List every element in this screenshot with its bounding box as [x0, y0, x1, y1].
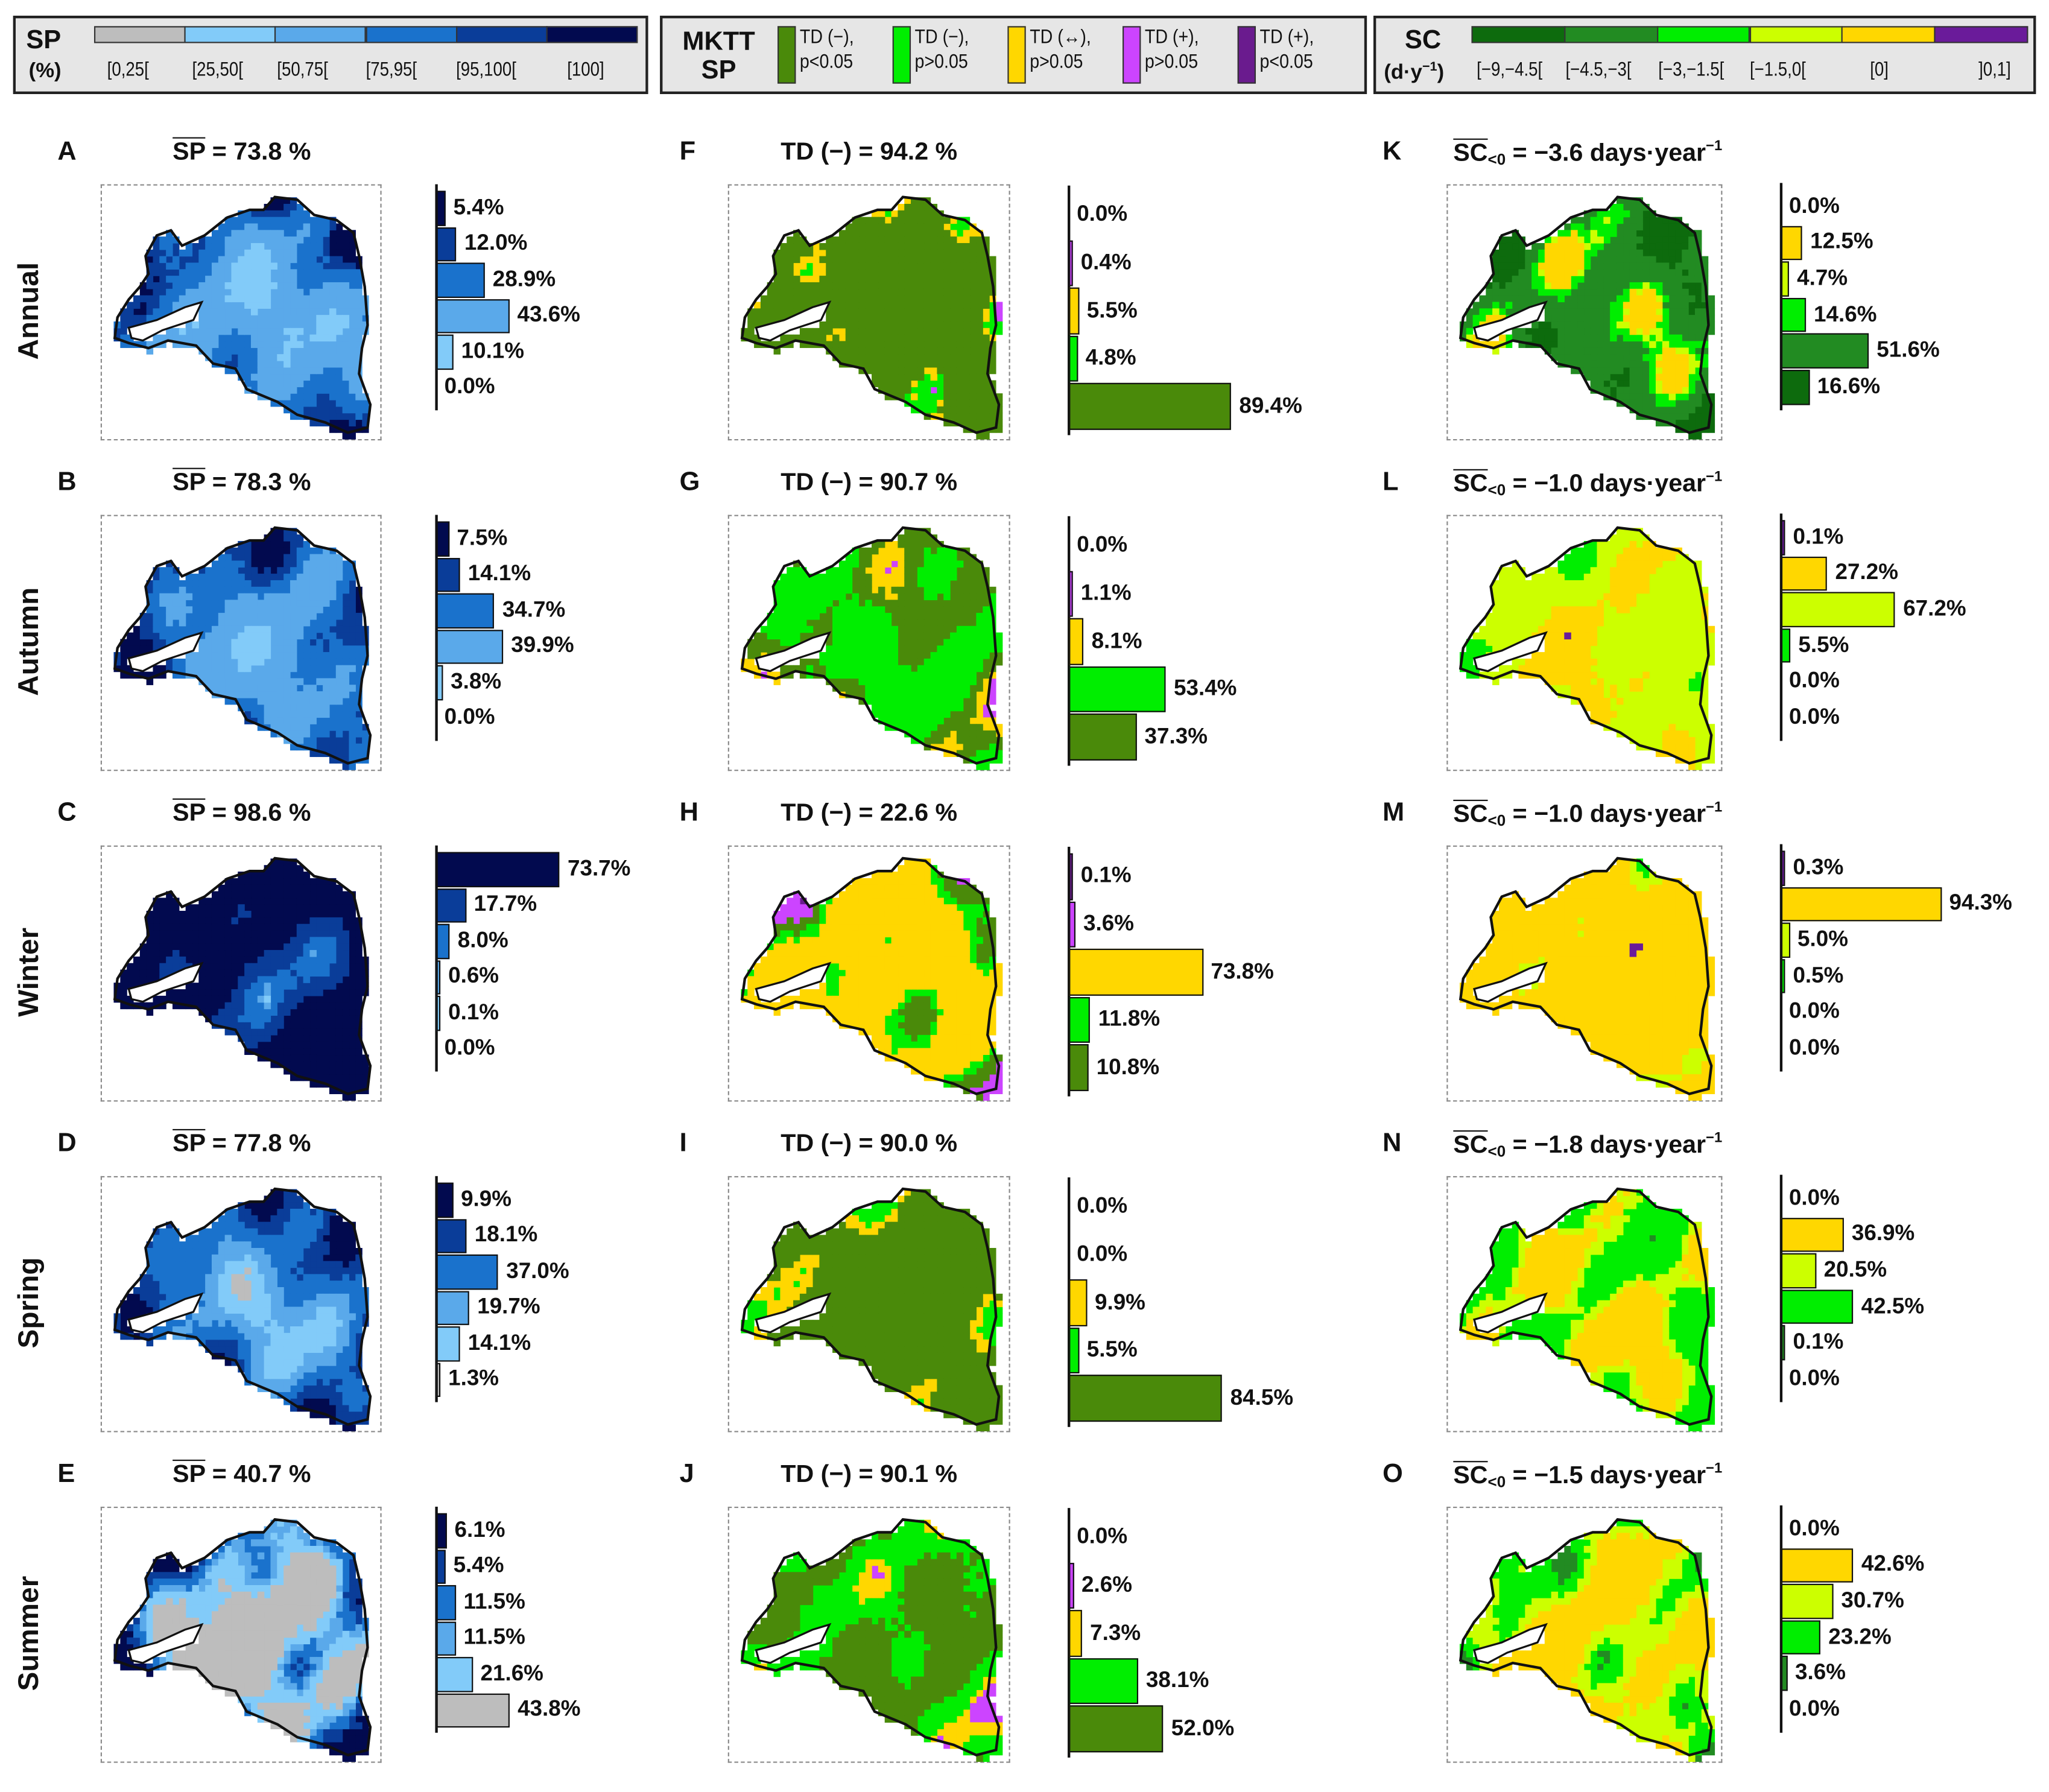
- legend-label: [0]: [1870, 59, 1889, 81]
- legend-swatch: [365, 26, 457, 43]
- legend-swatch: [455, 26, 548, 43]
- legend-label: TD (−), p<0.05: [800, 25, 854, 74]
- legend-swatch: [777, 26, 796, 84]
- legend-label: [75,95[: [365, 59, 417, 81]
- legend-mktt-title-line2: SP: [701, 56, 736, 85]
- legend-label: [25,50[: [192, 59, 244, 81]
- legend-sp: SP (%) [0,25[ [25,50[ [50,75[ [75,95[ [95,10…: [13, 15, 648, 94]
- legend-mktt-title-line1: MKTT: [682, 27, 755, 57]
- legend-label-line2: p>0.05: [1030, 51, 1083, 74]
- legend-swatch: [184, 26, 276, 43]
- legend-sc-unit: (d·y−1): [1384, 60, 1444, 86]
- legend-swatch: [1842, 26, 1936, 43]
- legend-swatch: [1934, 26, 2028, 43]
- legend-label: [95,100[: [455, 59, 516, 81]
- legend-label: [−1.5,0[: [1749, 59, 1805, 81]
- legend-label-line1: TD (+),: [1144, 26, 1199, 49]
- legend-label-line2: p<0.05: [1259, 51, 1313, 74]
- legend-swatch: [1749, 26, 1843, 43]
- legend-label: TD (+), p>0.05: [1145, 25, 1199, 74]
- legend-label: [−9,−4.5[: [1477, 59, 1543, 81]
- legend-label: TD (↔), p>0.05: [1030, 25, 1091, 74]
- legend-swatch: [93, 26, 186, 43]
- legend-sp-title: SP: [26, 26, 62, 55]
- legend-label: TD (+), p<0.05: [1260, 25, 1314, 74]
- figure: SP (%) [0,25[ [25,50[ [50,75[ [75,95[ [95,10…: [0, 0, 2049, 1791]
- legend-sp-unit: (%): [28, 60, 62, 83]
- legend-sc: SC (d·y−1) [−9,−4.5[ [−4.5,−3[ [−3,−1.5[ [−…: [1373, 15, 2036, 94]
- legend-swatch: [1471, 26, 1566, 43]
- legend-mktt-title: MKTT SP: [673, 27, 765, 84]
- legend-label: ]0,1]: [1978, 59, 2012, 81]
- legend-swatch: [1007, 26, 1026, 84]
- legend-label: [−3,−1.5[: [1658, 59, 1724, 81]
- legend-sc-unit-end: ): [1437, 62, 1445, 84]
- legend-label-line1: TD (−),: [799, 26, 854, 49]
- legend-swatch: [1656, 26, 1750, 43]
- legend-label-line2: p>0.05: [914, 51, 968, 74]
- legend-sc-unit-sup: −1: [1422, 60, 1437, 75]
- legend-label-line1: TD (−),: [914, 26, 969, 49]
- legend-label: [0,25[: [107, 59, 149, 81]
- legend-sc-title: SC: [1404, 26, 1442, 55]
- legend-swatch: [892, 26, 911, 84]
- legend-label: [−4.5,−3[: [1565, 59, 1632, 81]
- legend-label: [50,75[: [277, 59, 329, 81]
- legend-swatch: [1237, 26, 1256, 84]
- legend-swatch: [546, 26, 638, 43]
- legend-swatch: [1123, 26, 1141, 84]
- legend-sc-unit-base: (d·y: [1384, 62, 1422, 84]
- legend-swatch: [274, 26, 367, 43]
- legend-mktt: MKTT SP TD (−), p<0.05 TD (−), p>0.05 TD (↔)…: [660, 15, 1367, 94]
- legend-label: TD (−), p>0.05: [915, 25, 969, 74]
- legend-label-line1: TD (↔),: [1030, 26, 1091, 49]
- legend-label-line1: TD (+),: [1259, 26, 1314, 49]
- legend-label-line2: p>0.05: [1144, 51, 1199, 74]
- legend-swatch: [1563, 26, 1658, 43]
- legend-label: [100]: [566, 59, 604, 81]
- legend-label-line2: p<0.05: [799, 51, 853, 74]
